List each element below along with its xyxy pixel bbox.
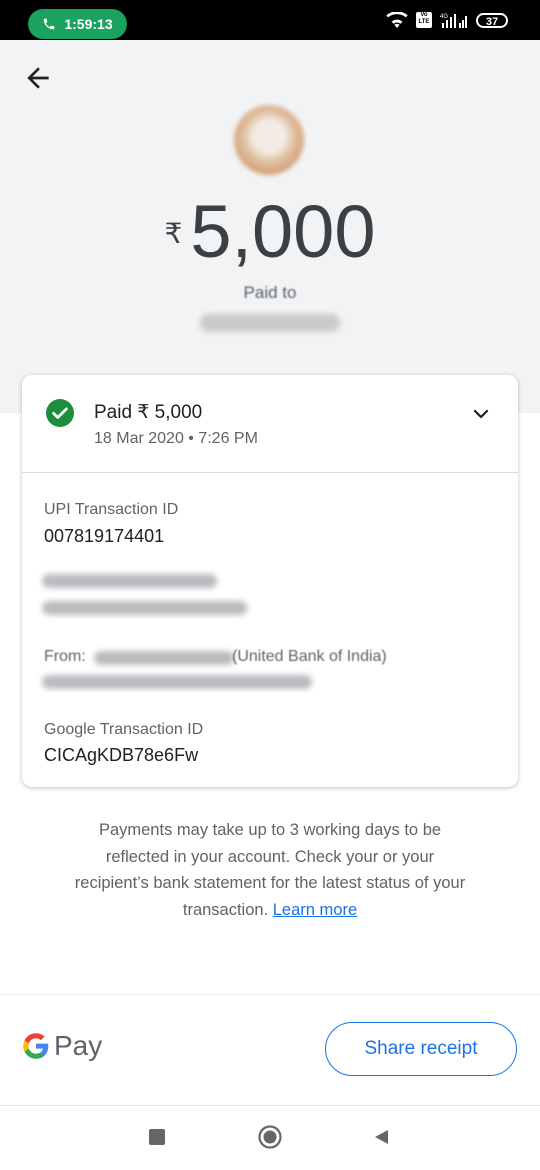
- network-type: 4G: [440, 14, 448, 20]
- check-circle-icon: [46, 399, 74, 427]
- phone-icon: [44, 18, 55, 30]
- google-transaction-label: Google Transaction ID: [44, 721, 204, 738]
- recipient-name-redacted: [42, 574, 217, 588]
- sender-name-redacted: [94, 651, 234, 665]
- sender-bank: (United Bank of India): [232, 648, 387, 665]
- amount-display: ₹ 5,000: [0, 195, 540, 269]
- home-button[interactable]: [258, 1125, 282, 1149]
- wifi-icon: [386, 12, 408, 28]
- learn-more-link[interactable]: Learn more: [273, 901, 357, 919]
- currency-symbol: ₹: [164, 218, 183, 249]
- google-pay-logo: Pay: [22, 1030, 102, 1062]
- upi-transaction-label: UPI Transaction ID: [44, 501, 179, 518]
- recents-button[interactable]: [149, 1129, 165, 1145]
- processing-note: Payments may take up to 3 working days t…: [70, 817, 470, 923]
- ongoing-call-pill[interactable]: 1:59:13: [28, 9, 127, 39]
- system-back-button[interactable]: [372, 1128, 390, 1146]
- pay-wordmark: Pay: [54, 1030, 103, 1061]
- google-g-icon: [23, 1033, 49, 1059]
- recipient-upi-redacted: [42, 601, 247, 615]
- card-divider: [22, 472, 518, 473]
- payment-status-title: Paid ₹ 5,000: [94, 402, 203, 423]
- footer-divider: [0, 994, 540, 995]
- payment-status-row[interactable]: Paid ₹ 5,000 18 Mar 2020 • 7:26 PM: [22, 375, 518, 473]
- status-bar: 1:59:13 Vo LTE 4G 37: [0, 0, 540, 40]
- upi-transaction-id: 007819174401: [44, 526, 165, 546]
- google-transaction-id: CICAgKDB78e6Fw: [44, 745, 199, 765]
- transaction-details-card: Paid ₹ 5,000 18 Mar 2020 • 7:26 PM UPI T…: [22, 375, 518, 787]
- sender-upi-redacted: [42, 675, 312, 689]
- signal-icon: 4G: [440, 14, 467, 28]
- amount-value: 5,000: [190, 190, 376, 273]
- payment-date: 18 Mar 2020 • 7:26 PM: [94, 430, 258, 447]
- call-timer: 1:59:13: [64, 16, 113, 32]
- battery-icon: 37: [476, 12, 508, 28]
- paid-to-label: Paid to: [243, 283, 297, 302]
- share-receipt-button[interactable]: Share receipt: [325, 1022, 517, 1076]
- volte-icon: Vo LTE: [416, 12, 432, 28]
- payee-name-redacted: [200, 314, 340, 332]
- back-arrow-icon[interactable]: [22, 62, 54, 94]
- status-icons: Vo LTE 4G 37: [386, 12, 508, 28]
- chevron-down-icon[interactable]: [472, 405, 490, 423]
- from-prefix: From:: [44, 648, 86, 665]
- processing-note-text: Payments may take up to 3 working days t…: [74, 821, 466, 919]
- avatar: [234, 105, 304, 175]
- system-nav-bar: [0, 1106, 540, 1170]
